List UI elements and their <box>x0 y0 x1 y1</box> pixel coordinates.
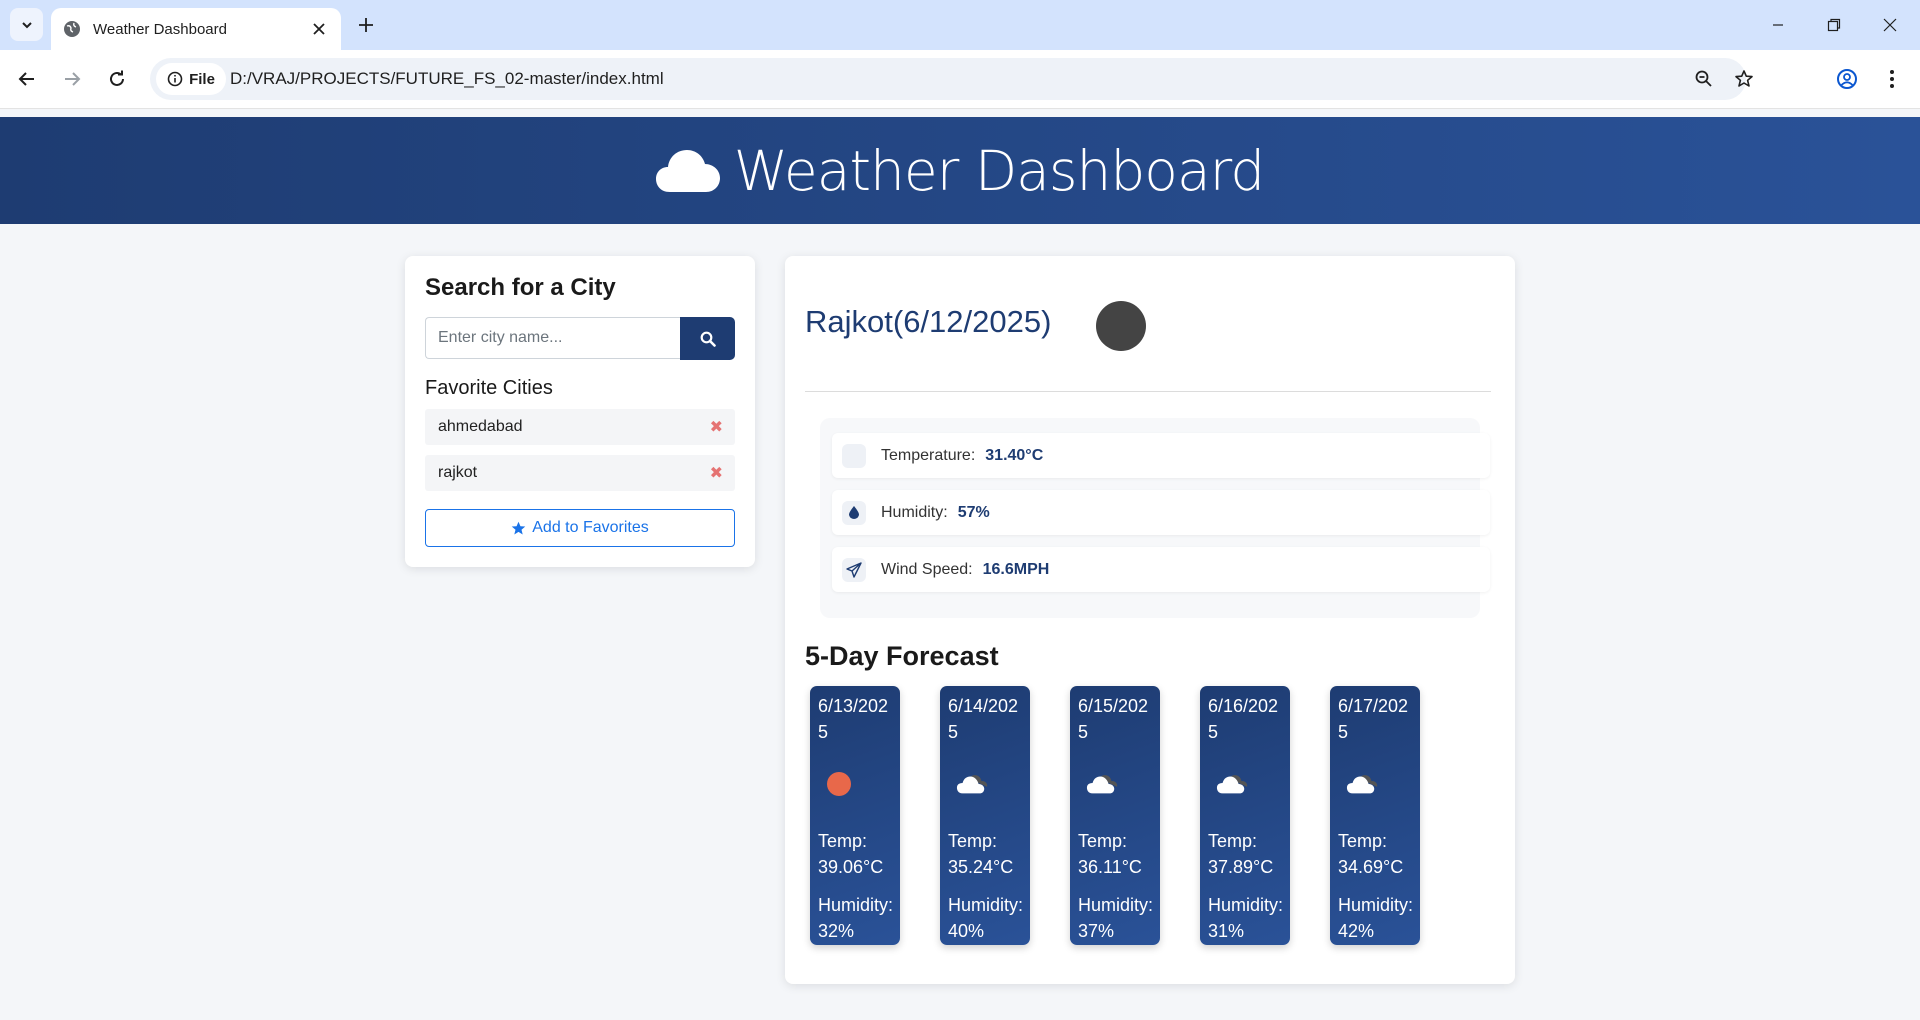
forecast-date: 6/16/2025 <box>1208 696 1279 742</box>
forecast-card: 6/13/2025 Temp: 39.06°C Humidity: 32% <box>810 686 900 945</box>
tab-search-button[interactable] <box>10 8 43 41</box>
wind-row: Wind Speed: 16.6MPH <box>832 547 1490 592</box>
forecast-humidity: Humidity: 42% <box>1338 895 1414 941</box>
favorite-city-item[interactable]: rajkot ✖ <box>425 455 735 491</box>
current-details: Temperature: 31.40°C Humidity: 57% Wind … <box>820 418 1490 618</box>
arrow-left-icon <box>18 72 34 86</box>
forecast-temp: Temp: 39.06°C <box>818 831 884 877</box>
forecast-temp: Temp: 34.69°C <box>1338 831 1404 877</box>
bookmark-star-icon[interactable] <box>1728 63 1760 95</box>
forecast-temp: Temp: 36.11°C <box>1078 831 1142 877</box>
chevron-down-icon <box>21 21 32 28</box>
search-icon <box>700 331 716 347</box>
wind-label: Wind Speed: <box>881 560 973 578</box>
browser-menu-button[interactable] <box>1875 62 1909 96</box>
forecast-humidity: Humidity: 40% <box>948 895 1024 941</box>
close-window-button[interactable] <box>1862 0 1918 50</box>
forecast-card: 6/14/2025 Temp: 35.24°C Humidity: 40% <box>940 686 1030 945</box>
temperature-value: 31.40°C <box>985 446 1044 464</box>
search-heading: Search for a City <box>425 274 616 301</box>
profile-button[interactable] <box>1830 62 1864 96</box>
tab-title: Weather Dashboard <box>93 20 227 38</box>
globe-icon <box>64 21 80 37</box>
site-info-chip[interactable]: File <box>156 63 226 95</box>
current-weather-icon <box>1096 301 1146 351</box>
close-icon <box>1883 18 1897 32</box>
city-search-input[interactable] <box>425 317 681 359</box>
forecast-card: 6/16/2025 Temp: 37.89°C Humidity: 31% <box>1200 686 1290 945</box>
search-card: Search for a City Favorite Cities ahmeda… <box>405 256 755 567</box>
add-to-favorites-button[interactable]: Add to Favorites <box>425 509 735 547</box>
favorites-heading: Favorite Cities <box>425 377 553 399</box>
cloud-icon <box>655 149 720 192</box>
browser-tab[interactable]: Weather Dashboard <box>51 8 341 50</box>
forecast-humidity: Humidity: 32% <box>818 895 894 941</box>
tab-close-icon[interactable] <box>305 15 333 43</box>
temperature-row: Temperature: 31.40°C <box>832 433 1490 478</box>
cloud-icon <box>1216 770 1248 798</box>
browser-toolbar: File D:/VRAJ/PROJECTS/FUTURE_FS_02-maste… <box>0 50 1920 109</box>
reload-icon <box>110 70 124 86</box>
minimize-icon <box>1773 24 1783 26</box>
weather-card: Rajkot(6/12/2025) Temperature: 31.40°C H… <box>785 256 1515 984</box>
droplet-icon <box>842 500 866 525</box>
favorite-city-label: ahmedabad <box>438 418 523 435</box>
cloud-icon <box>956 770 988 798</box>
divider <box>805 391 1491 392</box>
add-to-favorites-label: Add to Favorites <box>532 519 649 536</box>
arrow-right-icon <box>65 72 81 86</box>
paper-plane-icon <box>842 557 866 582</box>
forecast-temp: Temp: 35.24°C <box>948 831 1014 877</box>
forecast-date: 6/17/2025 <box>1338 696 1409 742</box>
remove-favorite-icon[interactable]: ✖ <box>710 417 723 437</box>
humidity-row: Humidity: 57% <box>832 490 1490 535</box>
zoom-icon[interactable] <box>1688 63 1720 95</box>
page-header: Weather Dashboard <box>0 117 1920 224</box>
forecast-humidity: Humidity: 31% <box>1208 895 1284 941</box>
search-button[interactable] <box>680 317 735 360</box>
forecast-temp: Temp: 37.89°C <box>1208 831 1274 877</box>
temperature-label: Temperature: <box>881 446 976 464</box>
new-tab-button[interactable] <box>352 11 380 39</box>
reload-button[interactable] <box>100 62 134 96</box>
forecast-date: 6/13/2025 <box>818 696 889 742</box>
remove-favorite-icon[interactable]: ✖ <box>710 463 723 483</box>
current-city-title: Rajkot(6/12/2025) <box>805 304 1052 339</box>
cloud-icon <box>1086 770 1118 798</box>
info-icon <box>167 71 183 87</box>
forecast-date: 6/15/2025 <box>1078 696 1149 742</box>
plus-icon <box>359 18 373 32</box>
forecast-heading: 5-Day Forecast <box>805 641 999 671</box>
url-text: D:/VRAJ/PROJECTS/FUTURE_FS_02-master/ind… <box>230 69 664 88</box>
more-vert-icon <box>1890 70 1894 88</box>
page-title: Weather Dashboard <box>733 138 1265 203</box>
forecast-date: 6/14/2025 <box>948 696 1019 742</box>
sun-icon <box>826 770 858 798</box>
forecast-card: 6/15/2025 Temp: 36.11°C Humidity: 37% <box>1070 686 1160 945</box>
forecast-humidity: Humidity: 37% <box>1078 895 1154 941</box>
favorite-city-label: rajkot <box>438 464 478 481</box>
back-button[interactable] <box>10 62 44 96</box>
cloud-icon <box>1346 770 1378 798</box>
address-bar[interactable]: File D:/VRAJ/PROJECTS/FUTURE_FS_02-maste… <box>150 58 1753 100</box>
humidity-value: 57% <box>957 503 990 521</box>
humidity-label: Humidity: <box>881 503 948 521</box>
profile-icon <box>1837 69 1857 89</box>
thermometer-icon <box>842 443 866 468</box>
restore-icon <box>1827 18 1841 32</box>
browser-tabstrip: Weather Dashboard <box>0 0 1920 50</box>
wind-value: 16.6MPH <box>982 560 1050 578</box>
forward-button[interactable] <box>55 62 89 96</box>
site-chip-label: File <box>189 70 215 88</box>
forecast-card: 6/17/2025 Temp: 34.69°C Humidity: 42% <box>1330 686 1420 945</box>
favorite-city-item[interactable]: ahmedabad ✖ <box>425 409 735 445</box>
star-icon <box>512 521 526 534</box>
restore-button[interactable] <box>1806 0 1862 50</box>
minimize-button[interactable] <box>1750 0 1806 50</box>
